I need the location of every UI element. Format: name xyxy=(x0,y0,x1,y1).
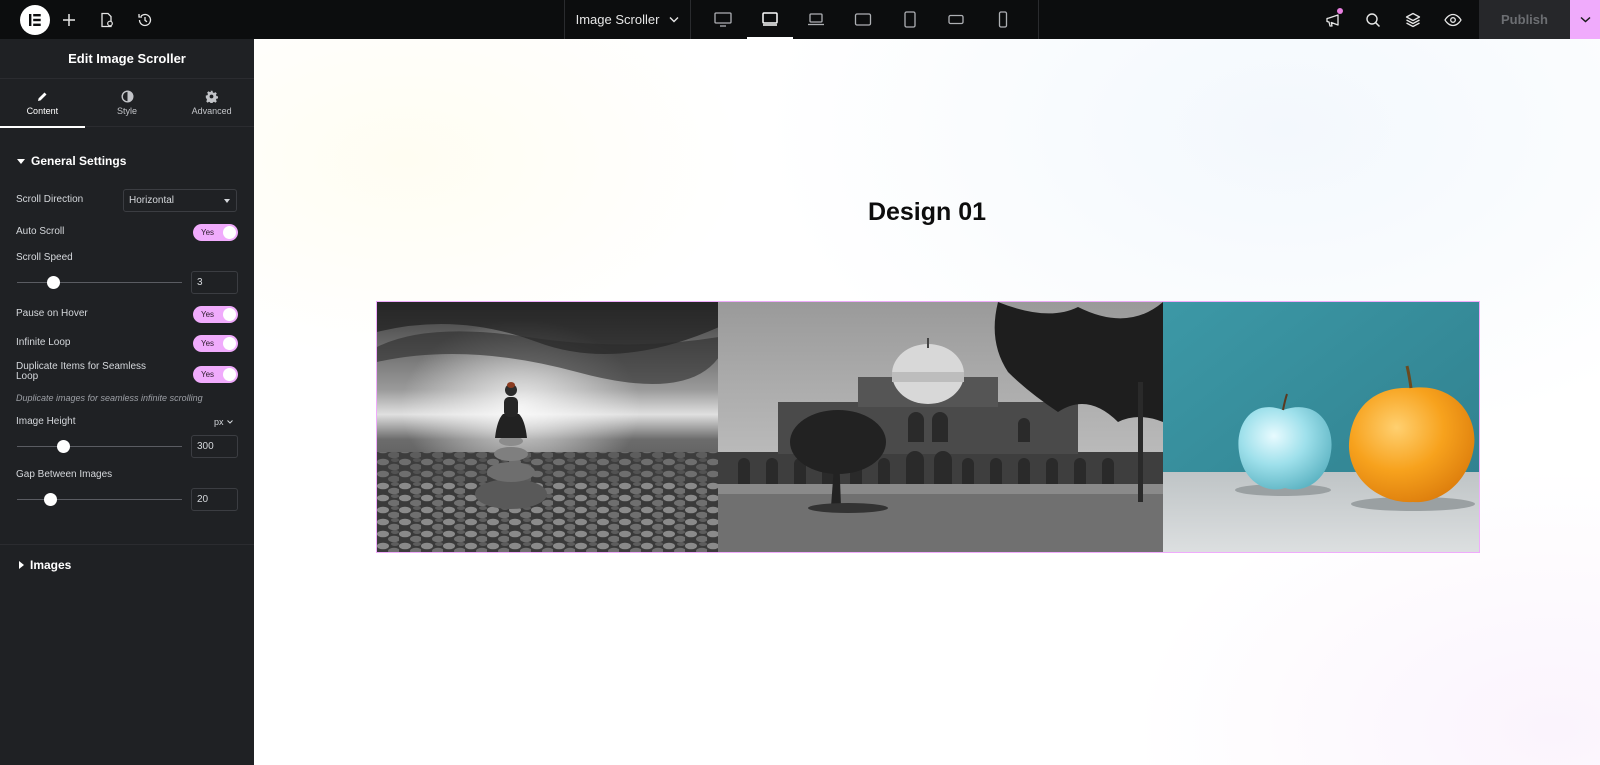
tab-advanced[interactable]: Advanced xyxy=(169,79,254,127)
slider-track xyxy=(17,446,182,447)
toggle-label: Yes xyxy=(201,339,215,348)
preview-icon[interactable] xyxy=(1433,0,1473,39)
page-heading[interactable]: Design 01 xyxy=(254,198,1600,227)
infinite-loop-toggle[interactable]: Yes xyxy=(193,335,238,352)
scroll-direction-select[interactable]: Horizontal xyxy=(123,189,237,212)
whats-new-icon[interactable] xyxy=(1313,0,1353,39)
toggle-label: Yes xyxy=(201,228,215,237)
image-scroller-widget[interactable] xyxy=(376,301,1480,553)
duplicate-items-hint: Duplicate images for seamless infinite s… xyxy=(16,393,203,403)
pause-on-hover-label: Pause on Hover xyxy=(16,308,88,319)
scroll-speed-label: Scroll Speed xyxy=(16,252,73,263)
duplicate-items-label: Duplicate Items for Seamless Loop xyxy=(16,362,146,382)
laptop-icon[interactable] xyxy=(793,0,840,39)
caret-right-icon xyxy=(19,561,24,569)
top-bar-left xyxy=(0,0,164,39)
desktop-icon[interactable] xyxy=(700,0,747,39)
publish-button[interactable]: Publish xyxy=(1479,0,1570,39)
gap-input[interactable]: 20 xyxy=(191,488,238,511)
preview-canvas: Design 01 xyxy=(254,39,1600,765)
tab-content[interactable]: Content xyxy=(0,79,85,128)
apple-orange-photo xyxy=(1162,302,1479,552)
tab-style[interactable]: Style xyxy=(85,79,170,127)
page-settings-icon[interactable] xyxy=(88,0,126,39)
contrast-icon xyxy=(120,90,134,103)
slider-track xyxy=(17,282,182,283)
elementor-logo-icon[interactable] xyxy=(20,4,50,35)
section-title: General Settings xyxy=(31,154,127,168)
tablet-portrait-icon[interactable] xyxy=(886,0,933,39)
search-icon[interactable] xyxy=(1353,0,1393,39)
toggle-label: Yes xyxy=(201,310,215,319)
chevron-down-icon xyxy=(669,17,679,23)
duplicate-items-label-line2: Loop xyxy=(16,371,39,382)
responsive-devices xyxy=(700,0,1026,39)
widescreen-icon[interactable] xyxy=(746,0,794,39)
panel-title: Edit Image Scroller xyxy=(0,39,254,79)
duplicate-items-toggle[interactable]: Yes xyxy=(193,366,238,383)
tablet-landscape-icon[interactable] xyxy=(840,0,887,39)
plus-icon[interactable] xyxy=(50,0,88,39)
toggle-knob xyxy=(223,308,236,321)
structure-icon[interactable] xyxy=(1393,0,1433,39)
slider-track xyxy=(17,499,182,500)
section-title: Images xyxy=(30,558,72,572)
slider-thumb[interactable] xyxy=(57,440,71,453)
image-height-label: Image Height xyxy=(16,416,76,427)
caret-down-icon xyxy=(17,158,25,164)
caret-down-icon xyxy=(224,198,230,203)
document-title-dropdown[interactable]: Image Scroller xyxy=(564,0,691,39)
top-bar-right: Publish xyxy=(1313,0,1600,39)
scroll-speed-input[interactable]: 3 xyxy=(191,271,238,294)
scroll-speed-slider[interactable] xyxy=(17,274,182,291)
scroll-direction-label: Scroll Direction xyxy=(16,194,84,205)
top-bar: Image Scroller Publish xyxy=(0,0,1600,39)
pencil-icon xyxy=(38,92,47,101)
images-section-toggle[interactable]: Images xyxy=(0,555,71,575)
notification-dot xyxy=(1337,8,1343,14)
mobile-portrait-icon[interactable] xyxy=(980,0,1027,39)
pause-on-hover-toggle[interactable]: Yes xyxy=(193,306,238,323)
unit-value: px xyxy=(214,417,224,427)
document-title: Image Scroller xyxy=(575,12,660,27)
zen-stones-photo xyxy=(377,302,719,552)
mobile-landscape-icon[interactable] xyxy=(933,0,980,39)
gear-icon xyxy=(205,90,219,103)
gap-label: Gap Between Images xyxy=(16,469,113,480)
humayun-tomb-photo xyxy=(718,302,1163,552)
general-settings-section-toggle[interactable]: General Settings xyxy=(0,151,126,171)
slider-thumb[interactable] xyxy=(44,493,57,506)
infinite-loop-label: Infinite Loop xyxy=(16,337,71,348)
editor-panel: Edit Image Scroller Content Style Advanc… xyxy=(0,39,254,765)
unit-selector[interactable]: px xyxy=(214,417,233,427)
chevron-down-icon xyxy=(226,420,233,424)
publish-options-button[interactable] xyxy=(1570,0,1600,39)
tab-style-label: Style xyxy=(117,106,138,116)
chevron-down-icon xyxy=(1580,16,1590,23)
toggle-label: Yes xyxy=(201,370,215,379)
divider xyxy=(0,544,254,545)
panel-tabs: Content Style Advanced xyxy=(0,79,254,128)
divider xyxy=(1038,0,1039,39)
gap-slider[interactable] xyxy=(17,491,182,508)
tab-advanced-label: Advanced xyxy=(191,106,232,116)
image-height-slider[interactable] xyxy=(17,438,182,455)
tab-content-label: Content xyxy=(26,105,59,116)
auto-scroll-toggle[interactable]: Yes xyxy=(193,224,238,241)
history-icon[interactable] xyxy=(126,0,164,39)
toggle-knob xyxy=(223,337,236,350)
auto-scroll-label: Auto Scroll xyxy=(16,226,65,237)
slider-thumb[interactable] xyxy=(47,276,61,289)
toggle-knob xyxy=(223,368,236,381)
toggle-knob xyxy=(223,226,236,239)
image-height-input[interactable]: 300 xyxy=(191,435,238,458)
scroll-direction-value: Horizontal xyxy=(129,195,175,206)
